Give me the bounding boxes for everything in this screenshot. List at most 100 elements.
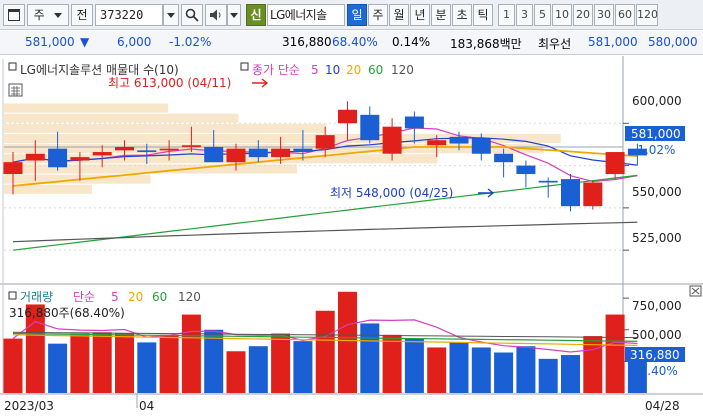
toolbar: 주 전 373220 신 LG에너지솔 일주월년분초틱 1 3 5 10 20 30 60 1… [0,0,703,30]
chart-canvas[interactable]: LG에너지솔루션 매물대 수(10) 종가 단순 5 10 20 60 120 … [0,56,703,416]
candle-down [471,138,491,154]
sound-button[interactable] [205,4,227,26]
candle-up [583,182,603,207]
new-listing-badge: 신 [246,4,266,26]
chevron-down-icon [54,13,63,18]
volume-bar [137,342,157,393]
candle-up [3,162,23,175]
volume-bar [605,314,625,393]
current-price: 581,000 [25,35,75,49]
turnover-ratio: 0.14% [392,35,431,49]
volume-tick: 750,000 [632,299,682,313]
speaker-icon [210,9,221,21]
ma20-label: 20 [346,63,361,77]
price-change: 6,000 [117,35,152,49]
stock-code-input[interactable]: 373220 [95,4,163,26]
candle-down [204,146,224,163]
interval-tab-20[interactable]: 20 [573,4,593,26]
best-ask: 581,000 [588,35,638,49]
x-axis-label: 04 [139,399,154,413]
candle-down [293,148,313,153]
low-annotation: 최저 548,000 (04/25) [330,186,453,200]
interval-tab-5[interactable]: 5 [534,4,551,26]
down-triangle-icon: ▼ [80,35,90,49]
code-dropdown-button[interactable] [163,4,179,26]
interval-tab-1[interactable]: 1 [498,4,515,26]
current-volume-tag-text: 316,880 [630,348,680,362]
current-change-tag: -1.02% [633,143,675,157]
x-axis-label: 04/28 [645,399,680,413]
volume-value: 316,880 [282,35,332,49]
candle-down [404,116,424,129]
interval-tab-10[interactable]: 10 [552,4,572,26]
best-price-label: 최우선 [538,37,572,51]
interval-tab-30[interactable]: 30 [594,4,614,26]
change-percent: -1.02% [169,35,212,49]
volume-bar [248,346,268,393]
candle-down [48,148,68,168]
volume-bar [92,332,112,393]
price-tick: 525,000 [632,231,682,245]
volume-value-label: 316,880주(68.40%) [9,306,125,320]
volume-bar [338,291,357,393]
candle-up [159,148,179,151]
x-axis-label: 2023/03 [4,399,54,413]
prev-button[interactable]: 전 [71,4,93,26]
candle-down [538,180,558,183]
volume-bar [3,338,23,393]
sound-dropdown-button[interactable] [227,4,241,26]
ma10-label: 10 [325,63,340,77]
period-tab-1[interactable]: 주 [368,4,388,26]
candle-up [92,152,112,156]
volume-bar [70,333,90,393]
candle-down [248,148,268,158]
candle-down [516,165,536,175]
volume-profile-band [4,103,169,113]
candle-up [70,157,90,161]
candle-up [605,152,625,175]
interval-tab-60[interactable]: 60 [615,4,635,26]
stock-chart[interactable]: LG에너지솔루션 매물대 수(10) 종가 단순 5 10 20 60 120 … [0,56,703,416]
period-tab-6[interactable]: 틱 [473,4,493,26]
search-button[interactable] [181,4,203,26]
volume-bar [538,358,558,393]
volume-bar [360,323,380,393]
trade-amount: 183,868백만 [450,37,522,51]
period-tab-2[interactable]: 월 [389,4,409,26]
interval-tab-3[interactable]: 3 [516,4,533,26]
candle-up [226,148,246,163]
period-tab-3[interactable]: 년 [410,4,430,26]
search-icon [185,8,199,22]
volume-ma-label: 단순 [73,290,95,304]
vol-ma60-label: 60 [152,290,167,304]
volume-bar [226,351,246,393]
volume-profile-band [4,113,239,123]
volume-bar [382,334,402,393]
volume-bar [516,346,536,393]
volume-bar [204,329,224,393]
volume-bar [48,343,68,393]
period-tab-4[interactable]: 분 [431,4,451,26]
stock-name-field[interactable]: LG에너지솔 [267,4,345,26]
chevron-down-icon [167,13,175,18]
candle-down [137,150,157,153]
ma-label: 종가 단순 [252,63,300,77]
vol-ma120-label: 120 [178,290,201,304]
price-panel-title: LG에너지솔루션 매물대 수(10) [20,63,179,77]
candle-down [449,136,469,144]
period-tab-0[interactable]: 일 [347,4,367,26]
interval-tab-120[interactable]: 120 [636,4,658,26]
candle-up [338,109,357,124]
period-tab-5[interactable]: 초 [452,4,472,26]
candle-down [360,114,380,141]
volume-title: 거래량 [20,290,53,304]
mode-select[interactable]: 주 [27,4,69,26]
window-menu-button[interactable] [3,4,25,26]
candle-up [25,153,45,161]
volume-bar [181,314,201,393]
volume-bar [315,310,335,393]
ma60-label: 60 [368,63,383,77]
volume-ratio: 68.40% [332,35,378,49]
volume-profile-band [4,123,327,133]
best-bid: 580,000 [648,35,698,49]
